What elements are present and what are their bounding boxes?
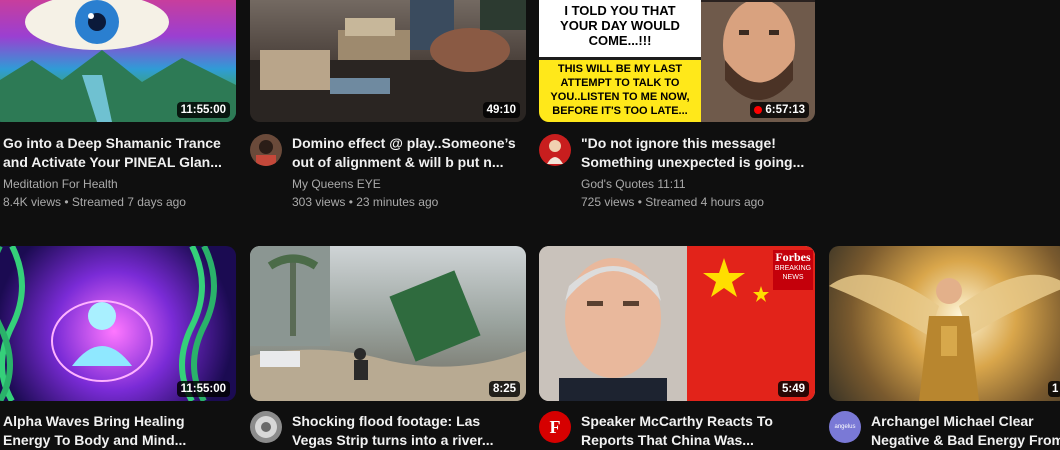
video-title[interactable]: "Do not ignore this message! Something u… [581, 134, 813, 172]
channel-name[interactable]: God's Quotes 11:11 [581, 177, 686, 191]
video-meta: 8.4K views • Streamed 7 days ago [3, 195, 186, 209]
flood-scene [250, 246, 526, 401]
channel-avatar[interactable] [250, 411, 282, 443]
duration-badge: 11:55:00 [176, 102, 230, 118]
video-meta: 725 views • Streamed 4 hours ago [581, 195, 764, 209]
dna-meditation-illustration [0, 246, 217, 401]
duration-badge: 11:55:00 [176, 381, 230, 397]
video-title[interactable]: Domino effect @ play..Someone’s out of a… [292, 134, 522, 172]
video-title[interactable]: Shocking flood footage: Las Vegas Strip … [292, 412, 522, 450]
thumbnail-5[interactable]: 8:25 [250, 246, 526, 401]
thumbnail-2[interactable]: 49:10 [250, 0, 526, 122]
thumbnail-6[interactable]: Forbes BREAKING NEWS 5:49 [539, 246, 815, 401]
channel-avatar[interactable] [250, 134, 282, 166]
thumbnail-4[interactable]: 11:55:00 [0, 246, 236, 401]
thumbnail-7[interactable]: 1 [829, 246, 1060, 401]
channel-avatar[interactable]: F [539, 411, 571, 443]
thumbnail-1[interactable]: 11:55:00 [0, 0, 236, 122]
forbes-breaking-badge: Forbes BREAKING NEWS [773, 250, 813, 290]
duration-badge: 6:57:13 [750, 102, 809, 118]
video-meta: 303 views • 23 minutes ago [292, 195, 439, 209]
channel-name[interactable]: Meditation For Health [3, 177, 118, 191]
duration-badge: 1 [1048, 381, 1060, 397]
channel-avatar[interactable]: angelus [829, 411, 861, 443]
video-title[interactable]: Go into a Deep Shamanic Trance and Activ… [3, 134, 235, 172]
thumbnail-3[interactable]: I TOLD YOU THAT YOUR DAY WOULD COME...!!… [539, 0, 815, 122]
duration-badge: 8:25 [488, 381, 520, 397]
channel-name[interactable]: My Queens EYE [292, 177, 381, 191]
duration-badge: 5:49 [777, 381, 809, 397]
channel-avatar[interactable] [539, 134, 571, 166]
video-title[interactable]: Archangel Michael Clear Negative & Bad E… [871, 412, 1060, 450]
video-title[interactable]: Speaker McCarthy Reacts To Reports That … [581, 412, 813, 450]
duration-badge: 49:10 [482, 102, 520, 118]
video-title[interactable]: Alpha Waves Bring Healing Energy To Body… [3, 412, 235, 450]
archangel-illustration [829, 274, 1060, 401]
live-dot-icon [754, 106, 763, 114]
